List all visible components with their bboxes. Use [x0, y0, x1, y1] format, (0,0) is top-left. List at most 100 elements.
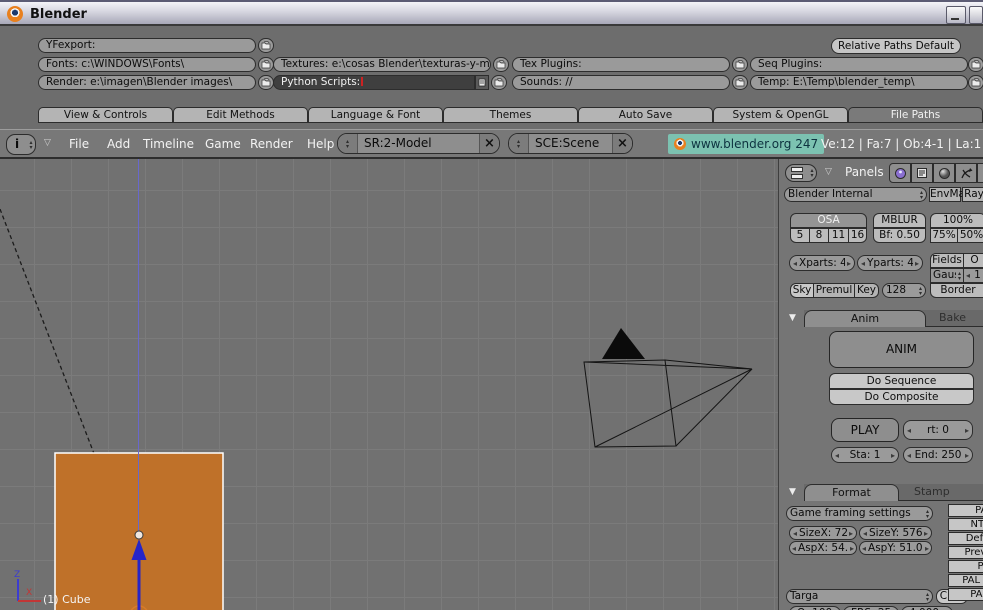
- render-engine-dropdown[interactable]: Blender Internal ▴ ▾: [784, 187, 927, 202]
- scene-selector[interactable]: ▴ ▾ SCE:Scene ×: [508, 133, 633, 154]
- filter-dropdown[interactable]: Gauss ▴▾: [930, 268, 964, 283]
- menu-help[interactable]: Help: [307, 137, 334, 151]
- maximize-button[interactable]: [969, 6, 983, 24]
- close-icon[interactable]: ×: [479, 134, 499, 153]
- menu-render[interactable]: Render: [250, 137, 293, 151]
- decrement-icon[interactable]: ◂: [966, 269, 970, 282]
- collapse-menu-icon[interactable]: ▽: [44, 138, 51, 148]
- collapse-menu-icon[interactable]: ▽: [825, 167, 832, 177]
- editing-context-icon[interactable]: [977, 163, 983, 183]
- framing-dropdown[interactable]: Game framing settings ▴ ▾: [786, 506, 933, 521]
- file-select-icon[interactable]: [732, 75, 748, 90]
- stepper-icon[interactable]: ▴ ▾: [338, 134, 358, 153]
- logic-context-icon[interactable]: [889, 163, 911, 183]
- sizey-field[interactable]: ◂ SizeY: 576 ▸: [859, 526, 932, 540]
- file-select-icon[interactable]: [968, 57, 983, 72]
- osa-16-button[interactable]: 16: [848, 228, 867, 243]
- file-select-icon[interactable]: [493, 57, 509, 72]
- osa-8-button[interactable]: 8: [809, 228, 829, 243]
- filter-size-field[interactable]: ◂ 1: [963, 268, 983, 283]
- increment-icon[interactable]: ▸: [891, 449, 895, 462]
- fields-toggle[interactable]: Fields: [930, 253, 964, 268]
- increment-icon[interactable]: ▸: [925, 542, 929, 554]
- object-context-icon[interactable]: [955, 163, 977, 183]
- increment-icon[interactable]: ▸: [924, 527, 928, 539]
- temp-path-field[interactable]: Temp: E:\Temp\blender_temp\: [750, 75, 968, 90]
- scene-name[interactable]: SCE:Scene: [529, 134, 612, 153]
- border-toggle[interactable]: Border: [930, 283, 983, 298]
- tab-view-controls[interactable]: View & Controls: [38, 107, 173, 123]
- window-type-button[interactable]: i ▴ ▾: [6, 134, 36, 155]
- tab-themes[interactable]: Themes: [443, 107, 578, 123]
- seq-plugins-field[interactable]: Seq Plugins:: [750, 57, 968, 72]
- tab-stamp[interactable]: Stamp: [914, 484, 950, 500]
- osa-toggle[interactable]: OSA: [790, 213, 867, 228]
- frs-field[interactable]: FRS: 25: [843, 606, 899, 610]
- screen-name[interactable]: SR:2-Model: [358, 134, 479, 153]
- manipulator-handle-dot[interactable]: [134, 530, 144, 540]
- script-menu-icon[interactable]: [475, 75, 489, 90]
- quality-q-field[interactable]: Q: 100: [789, 606, 841, 610]
- increment-icon[interactable]: ▸: [915, 257, 919, 270]
- size-100-button[interactable]: 100%: [930, 213, 983, 228]
- shading-context-icon[interactable]: [933, 163, 955, 183]
- menu-add[interactable]: Add: [107, 137, 130, 151]
- key-toggle[interactable]: Key: [854, 283, 879, 298]
- minimize-button[interactable]: [946, 6, 966, 24]
- sounds-path-field[interactable]: Sounds: //: [512, 75, 730, 90]
- file-select-icon[interactable]: [258, 38, 274, 53]
- panel-collapse-icon[interactable]: ▼: [789, 313, 796, 323]
- xparts-field[interactable]: ◂ Xparts: 4 ▸: [789, 255, 855, 271]
- do-sequence-toggle[interactable]: Do Sequence: [829, 373, 974, 389]
- preset-pano-button[interactable]: PANO: [948, 588, 983, 601]
- menu-file[interactable]: File: [69, 137, 89, 151]
- filetype-dropdown[interactable]: Targa ▴ ▾: [786, 589, 933, 604]
- tab-anim[interactable]: Anim: [804, 310, 926, 327]
- panel-collapse-icon[interactable]: ▼: [789, 487, 796, 497]
- window-type-button[interactable]: ▴ ▾: [785, 164, 817, 182]
- decrement-icon[interactable]: ◂: [907, 449, 911, 462]
- sky-toggle[interactable]: Sky: [790, 283, 814, 298]
- relative-paths-button[interactable]: Relative Paths Default: [831, 38, 961, 54]
- decrement-icon[interactable]: ◂: [793, 527, 797, 539]
- yparts-field[interactable]: ◂ Yparts: 4 ▸: [857, 255, 923, 271]
- blur-factor-field[interactable]: Bf: 0.50: [873, 228, 926, 243]
- odd-toggle[interactable]: O: [963, 253, 983, 268]
- title-bar[interactable]: Blender: [0, 0, 983, 26]
- decrement-icon[interactable]: ◂: [861, 257, 865, 270]
- decrement-icon[interactable]: ◂: [792, 542, 796, 554]
- osa-11-button[interactable]: 11: [828, 228, 849, 243]
- file-select-icon[interactable]: [258, 57, 274, 72]
- file-select-icon[interactable]: [968, 75, 983, 90]
- screen-selector[interactable]: ▴ ▾ SR:2-Model ×: [337, 133, 500, 154]
- increment-icon[interactable]: ▸: [847, 257, 851, 270]
- viewport-3d[interactable]: Z X (1) Cube: [0, 159, 778, 610]
- sizex-field[interactable]: ◂ SizeX: 720 ▸: [789, 526, 857, 540]
- stepper-icon[interactable]: ▴ ▾: [509, 134, 529, 153]
- start-frame-field[interactable]: ◂ Sta: 1 ▸: [831, 447, 899, 463]
- menu-timeline[interactable]: Timeline: [143, 137, 194, 151]
- tab-edit-methods[interactable]: Edit Methods: [173, 107, 308, 123]
- decrement-icon[interactable]: ◂: [862, 542, 866, 554]
- increment-icon[interactable]: ▸: [849, 527, 853, 539]
- mblur-toggle[interactable]: MBLUR: [873, 213, 926, 228]
- tab-format[interactable]: Format: [804, 484, 899, 501]
- decrement-icon[interactable]: ◂: [907, 424, 911, 437]
- preset-pc-button[interactable]: PC: [948, 560, 983, 573]
- size-50-button[interactable]: 50%: [957, 228, 983, 243]
- tex-plugins-field[interactable]: Tex Plugins:: [512, 57, 730, 72]
- premul-toggle[interactable]: Premul: [813, 283, 855, 298]
- preset-default-button[interactable]: Default: [948, 532, 983, 545]
- increment-icon[interactable]: ▸: [965, 449, 969, 462]
- anim-button[interactable]: ANIM: [829, 331, 974, 368]
- textures-path-field[interactable]: Textures: e:\cosas Blender\texturas-y-ma…: [273, 57, 491, 72]
- decrement-icon[interactable]: ◂: [835, 449, 839, 462]
- tab-bake[interactable]: Bake: [939, 310, 966, 326]
- decrement-icon[interactable]: ◂: [863, 527, 867, 539]
- osa-5-button[interactable]: 5: [790, 228, 810, 243]
- preset-ntsc-button[interactable]: NTSC: [948, 518, 983, 531]
- increment-icon[interactable]: ▸: [850, 542, 854, 554]
- file-select-icon[interactable]: [491, 75, 507, 90]
- preset-preview-button[interactable]: Preview: [948, 546, 983, 559]
- file-select-icon[interactable]: [258, 75, 274, 90]
